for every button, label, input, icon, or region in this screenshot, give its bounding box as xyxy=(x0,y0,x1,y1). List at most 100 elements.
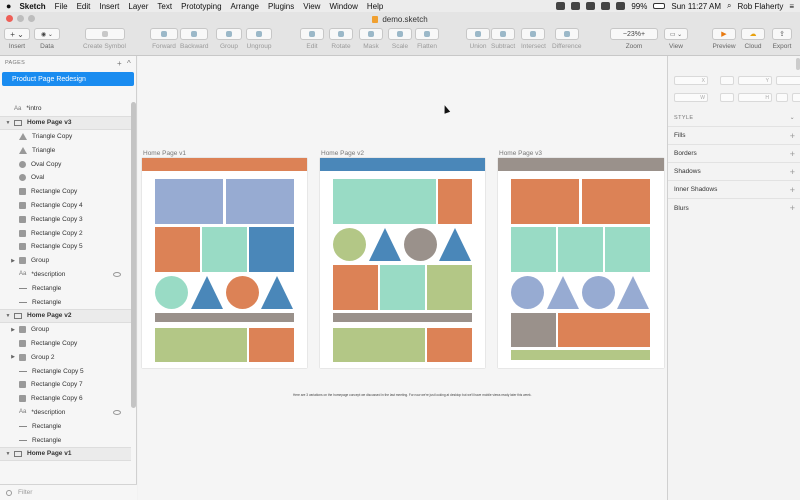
inspector-scrollbar[interactable] xyxy=(796,58,800,70)
menu-file[interactable]: File xyxy=(55,2,68,11)
layers-scrollbar[interactable] xyxy=(131,102,136,408)
add-border-button[interactable]: + xyxy=(790,149,795,159)
menu-arrange[interactable]: Arrange xyxy=(231,2,259,11)
rectangle-shape[interactable] xyxy=(155,328,247,362)
rectangle-shape[interactable] xyxy=(605,227,650,272)
user-name[interactable]: Rob Flaherty xyxy=(738,2,784,11)
layer-row[interactable]: Rectangle xyxy=(0,419,131,433)
artboard-v3[interactable] xyxy=(498,158,664,368)
data-tool[interactable]: ◉ ⌄ Data xyxy=(34,28,60,50)
create-symbol-tool[interactable]: Create Symbol xyxy=(83,28,126,50)
page-item-selected[interactable]: Product Page Redesign xyxy=(2,72,134,86)
rectangle-shape[interactable] xyxy=(333,179,436,224)
rectangle-shape[interactable] xyxy=(155,227,200,272)
oval-shape[interactable] xyxy=(511,276,544,309)
wifi-icon[interactable] xyxy=(616,2,626,10)
add-shadow-button[interactable]: + xyxy=(790,167,795,177)
apple-menu-icon[interactable]: ● xyxy=(6,1,11,11)
lock-ratio-icon[interactable] xyxy=(720,93,734,102)
status-icon[interactable] xyxy=(571,2,581,10)
triangle-shape[interactable] xyxy=(617,276,649,309)
minimize-window-button[interactable] xyxy=(17,15,24,22)
menu-view[interactable]: View xyxy=(303,2,320,11)
header-bar[interactable] xyxy=(320,158,485,171)
height-field[interactable]: H xyxy=(738,93,772,102)
subtract-tool[interactable]: Subtract xyxy=(491,28,515,50)
layer-row[interactable]: Rectangle Copy 7 xyxy=(0,378,131,392)
mask-tool[interactable]: Mask xyxy=(359,28,383,50)
rectangle-shape[interactable] xyxy=(511,313,556,347)
view-button[interactable]: ▭ ⌄ xyxy=(664,28,688,40)
menu-layer[interactable]: Layer xyxy=(128,2,148,11)
backward-button[interactable] xyxy=(180,28,209,40)
intersect-tool[interactable]: Intersect xyxy=(521,28,546,50)
preview-button[interactable]: ▶ xyxy=(712,28,736,40)
triangle-shape[interactable] xyxy=(369,228,401,261)
zoom-value[interactable]: 23% xyxy=(627,31,641,38)
oval-shape[interactable] xyxy=(155,276,188,309)
layer-row[interactable]: Rectangle Copy 5 xyxy=(0,364,131,378)
layer-row[interactable]: Rectangle xyxy=(0,281,131,295)
group-row[interactable]: ▶ Group xyxy=(0,254,131,268)
ungroup-tool[interactable]: Ungroup xyxy=(246,28,272,50)
view-tool[interactable]: ▭ ⌄ View xyxy=(664,28,688,50)
borders-section[interactable]: Borders + xyxy=(668,145,800,163)
menu-plugins[interactable]: Plugins xyxy=(268,2,294,11)
triangle-shape[interactable] xyxy=(261,276,293,309)
insert-button[interactable]: + ⌄ xyxy=(4,28,30,40)
add-page-button[interactable]: + xyxy=(117,59,122,68)
oval-shape[interactable] xyxy=(404,228,437,261)
hidden-eye-icon[interactable] xyxy=(113,409,121,415)
scale-tool[interactable]: Scale xyxy=(388,28,412,50)
edit-tool[interactable]: Edit xyxy=(300,28,324,50)
menu-help[interactable]: Help xyxy=(367,2,383,11)
layer-row[interactable]: Triangle xyxy=(0,143,131,157)
rectangle-shape[interactable] xyxy=(511,350,650,360)
layer-row[interactable]: Triangle Copy xyxy=(0,130,131,144)
rectangle-shape[interactable] xyxy=(558,227,603,272)
artboard-row[interactable]: ▼ Home Page v3 xyxy=(0,115,131,130)
add-blur-button[interactable]: + xyxy=(790,203,795,213)
x-field[interactable]: X xyxy=(674,76,708,85)
layer-row[interactable]: Aa *description xyxy=(0,268,131,282)
triangle-shape[interactable] xyxy=(191,276,223,309)
artboard-v2[interactable] xyxy=(320,158,485,368)
data-button[interactable]: ◉ ⌄ xyxy=(34,28,60,40)
menu-insert[interactable]: Insert xyxy=(99,2,119,11)
rectangle-shape[interactable] xyxy=(249,227,294,272)
forward-button[interactable] xyxy=(150,28,178,40)
disclosure-open-icon[interactable]: ▼ xyxy=(5,313,11,319)
layer-row[interactable]: Rectangle Copy 2 xyxy=(0,226,131,240)
rectangle-shape[interactable] xyxy=(226,179,294,224)
artboard-row[interactable]: ▼ Home Page v1 xyxy=(0,446,131,461)
artboard-row[interactable]: ▼ Home Page v2 xyxy=(0,308,131,323)
rectangle-shape[interactable] xyxy=(582,179,650,224)
preview-tool[interactable]: ▶ Preview xyxy=(712,28,736,50)
group-row[interactable]: ▶ Group xyxy=(0,323,131,337)
menu-app-name[interactable]: Sketch xyxy=(19,2,45,11)
layer-row[interactable]: Rectangle Copy xyxy=(0,185,131,199)
blurs-section[interactable]: Blurs + xyxy=(668,199,800,217)
triangle-shape[interactable] xyxy=(547,276,579,309)
scale-button[interactable] xyxy=(388,28,412,40)
layer-row[interactable]: Aa *description xyxy=(0,406,131,420)
rectangle-shape[interactable] xyxy=(333,328,425,362)
group-row[interactable]: ▶ Group 2 xyxy=(0,350,131,364)
mask-button[interactable] xyxy=(359,28,383,40)
rectangle-shape[interactable] xyxy=(155,313,294,322)
union-tool[interactable]: Union xyxy=(466,28,490,50)
group-button[interactable] xyxy=(216,28,242,40)
width-field[interactable]: W xyxy=(674,93,708,102)
cloud-tool[interactable]: ☁ Cloud xyxy=(741,28,765,50)
battery-icon[interactable] xyxy=(653,3,666,9)
artboard-v1[interactable] xyxy=(142,158,307,368)
rectangle-shape[interactable] xyxy=(427,328,472,362)
flatten-button[interactable] xyxy=(415,28,439,40)
zoom-control[interactable]: − 23% + xyxy=(610,28,658,40)
group-tool[interactable]: Group xyxy=(216,28,242,50)
hidden-eye-icon[interactable] xyxy=(113,271,121,277)
rotation-field[interactable] xyxy=(776,76,800,85)
layer-row[interactable]: Aa *intro xyxy=(0,102,131,116)
oval-shape[interactable] xyxy=(333,228,366,261)
rectangle-shape[interactable] xyxy=(558,313,650,347)
